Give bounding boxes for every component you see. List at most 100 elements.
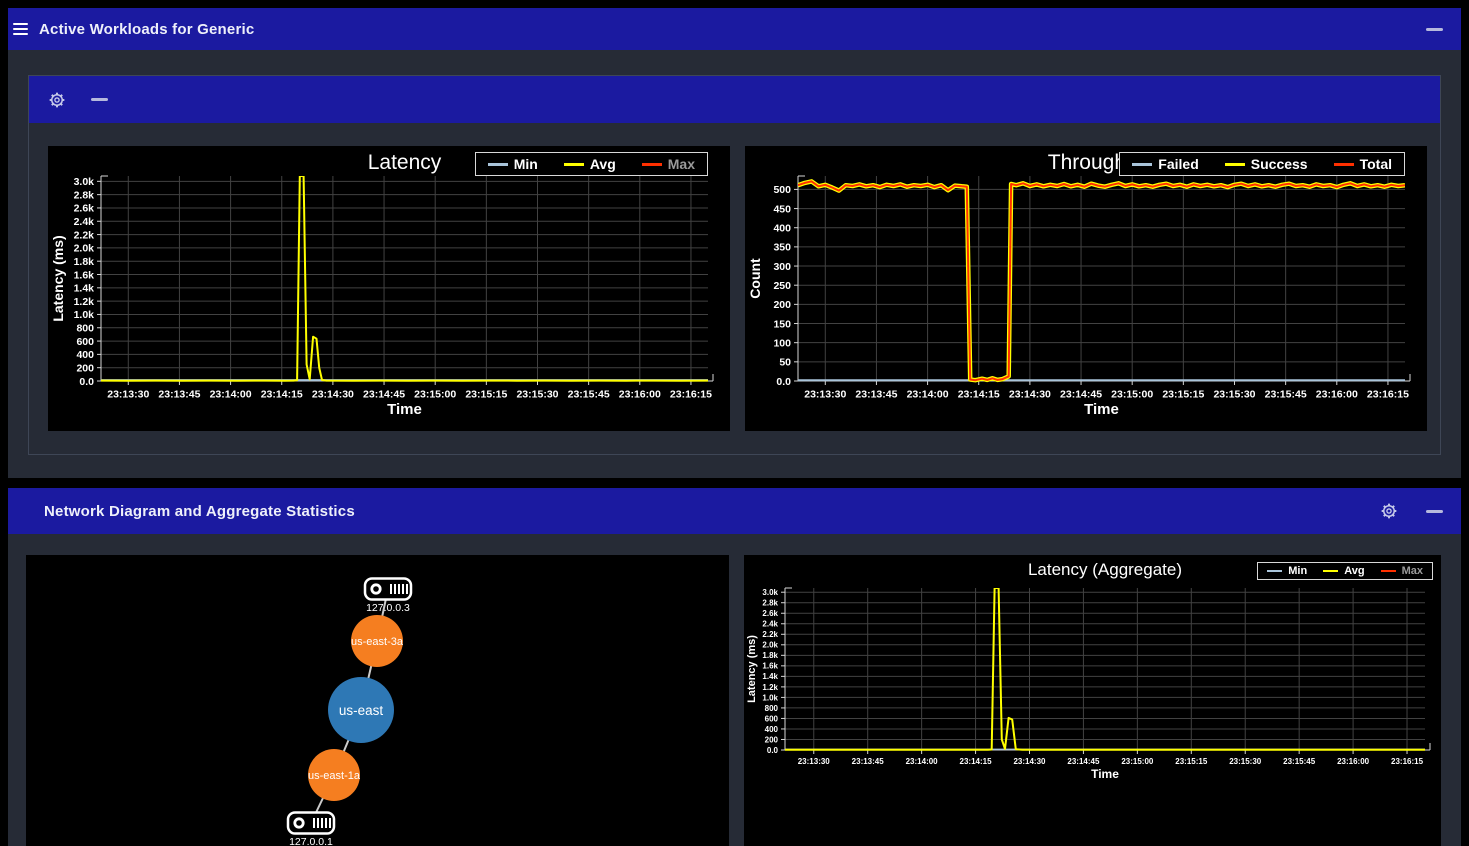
legend-label: Min (514, 156, 538, 172)
latency-canvas[interactable]: 0.02004006008001.0k1.2k1.4k1.6k1.8k2.0k2… (48, 146, 730, 431)
y-tick-label: 3.0k (74, 176, 95, 188)
throughput-legend: Failed Success Total (1119, 152, 1405, 176)
x-tick-label: 23:16:00 (1337, 757, 1370, 766)
x-tick-label: 23:15:00 (414, 389, 456, 401)
y-tick-label: 1.6k (74, 269, 95, 281)
x-tick-label: 23:13:30 (107, 389, 149, 401)
legend-item-success[interactable]: Success (1225, 156, 1308, 172)
x-tick-label: 23:14:15 (960, 757, 993, 766)
network-node-us-east[interactable]: us-east (328, 677, 394, 743)
x-tick-label: 23:14:30 (1013, 757, 1046, 766)
legend-label: Max (1402, 565, 1423, 577)
legend-item-max[interactable]: Max (1381, 565, 1423, 577)
network-node-us-east-3a[interactable]: us-east-3a (351, 615, 404, 667)
x-tick-label: 23:16:15 (1367, 389, 1409, 401)
x-tick-label: 23:14:15 (261, 389, 303, 401)
legend-label: Avg (590, 156, 616, 172)
series-total (798, 181, 1405, 380)
charts-panel: 0.02004006008001.0k1.2k1.4k1.6k1.8k2.0k2… (28, 75, 1441, 455)
y-tick-label: 1.2k (762, 683, 778, 692)
legend-dash-icon (488, 163, 508, 166)
collapse-workloads-button[interactable] (1426, 28, 1443, 31)
x-tick-label: 23:14:00 (210, 389, 252, 401)
y-tick-label: 1.4k (762, 672, 778, 681)
network-node-us-east-1a[interactable]: us-east-1a (308, 749, 361, 801)
y-tick-label: 1.0k (762, 693, 778, 702)
host-node-127.0.0.3[interactable]: 127.0.0.3 (365, 579, 411, 615)
x-tick-label: 23:15:30 (516, 389, 558, 401)
legend-item-min[interactable]: Min (1267, 565, 1307, 577)
settings-gear-icon[interactable] (1380, 502, 1398, 520)
x-tick-label: 23:14:00 (907, 389, 949, 401)
legend-item-failed[interactable]: Failed (1132, 156, 1198, 172)
latency_aggregate-canvas[interactable]: 0.02004006008001.0k1.2k1.4k1.6k1.8k2.0k2… (744, 555, 1441, 846)
host-node-127.0.0.1[interactable]: 127.0.0.1 (288, 813, 334, 846)
legend-item-max[interactable]: Max (642, 156, 695, 172)
legend-dash-icon (642, 163, 662, 166)
y-tick-label: 800 (76, 323, 94, 335)
legend-item-total[interactable]: Total (1334, 156, 1392, 172)
network-canvas[interactable]: 127.0.0.3us-east-3a us-east us-east-1a 127.… (26, 555, 729, 846)
x-tick-label: 23:13:45 (158, 389, 200, 401)
y-tick-label: 2.2k (762, 630, 778, 639)
x-tick-label: 23:13:30 (798, 757, 831, 766)
legend-label: Failed (1158, 156, 1198, 172)
x-axis-label: Time (1084, 401, 1119, 418)
latency-chart[interactable]: 0.02004006008001.0k1.2k1.4k1.6k1.8k2.0k2… (48, 146, 730, 431)
x-tick-label: 23:14:15 (958, 389, 1000, 401)
legend-item-avg[interactable]: Avg (1323, 565, 1364, 577)
y-tick-label: 350 (773, 242, 791, 254)
chart-title: Latency (Aggregate) (1028, 560, 1182, 579)
node-label: us-east (339, 703, 384, 718)
x-tick-label: 23:14:30 (1009, 389, 1051, 401)
y-axis-label: Latency (ms) (50, 235, 66, 321)
network-body: 127.0.0.3us-east-3a us-east us-east-1a 127.… (8, 534, 1461, 846)
series-avg (785, 588, 1425, 750)
y-axis-label: Count (747, 258, 763, 299)
legend-item-min[interactable]: Min (488, 156, 538, 172)
collapse-network-button[interactable] (1426, 510, 1443, 513)
y-tick-label: 400 (765, 725, 779, 734)
y-tick-label: 2.0k (74, 243, 95, 255)
legend-dash-icon (1225, 163, 1245, 166)
y-tick-label: 2.4k (762, 620, 778, 629)
y-tick-label: 2.6k (74, 203, 95, 215)
x-axis-label: Time (1091, 767, 1119, 781)
x-tick-label: 23:15:00 (1111, 389, 1153, 401)
menu-icon[interactable] (11, 21, 30, 37)
y-tick-label: 400 (773, 223, 791, 235)
latency-aggregate-chart[interactable]: 0.02004006008001.0k1.2k1.4k1.6k1.8k2.0k2… (744, 555, 1441, 846)
host-label: 127.0.0.3 (366, 602, 410, 614)
y-tick-label: 600 (765, 714, 779, 723)
network-diagram[interactable]: 127.0.0.3us-east-3a us-east us-east-1a 127.… (26, 555, 729, 846)
legend-dash-icon (1323, 570, 1338, 573)
collapse-charts-panel-button[interactable] (91, 98, 108, 101)
x-tick-label: 23:15:45 (1265, 389, 1307, 401)
y-tick-label: 400 (76, 349, 94, 361)
y-tick-label: 1.8k (762, 651, 778, 660)
y-tick-label: 2.0k (762, 641, 778, 650)
y-tick-label: 1.4k (74, 283, 95, 295)
network-title: Network Diagram and Aggregate Statistics (44, 503, 355, 520)
y-tick-label: 2.4k (74, 216, 95, 228)
y-tick-label: 200 (76, 362, 94, 374)
settings-gear-icon[interactable] (48, 91, 66, 109)
y-tick-label: 2.8k (762, 599, 778, 608)
legend-label: Max (668, 156, 695, 172)
legend-dash-icon (1132, 163, 1152, 166)
legend-dash-icon (1267, 570, 1282, 573)
y-tick-label: 50 (779, 357, 791, 369)
y-axis-label: Latency (ms) (746, 635, 758, 703)
y-tick-label: 2.8k (74, 189, 95, 201)
node-label: us-east-1a (308, 770, 361, 782)
y-tick-label: 0.0 (776, 376, 791, 388)
throughput-canvas[interactable]: 0.05010015020025030035040045050023:13:30… (745, 146, 1427, 431)
y-tick-label: 0.0 (79, 376, 94, 388)
legend-item-avg[interactable]: Avg (564, 156, 616, 172)
x-tick-label: 23:13:30 (804, 389, 846, 401)
charts-panel-header (29, 76, 1440, 123)
y-tick-label: 200 (773, 299, 791, 311)
y-tick-label: 600 (76, 336, 94, 348)
throughput-chart[interactable]: 0.05010015020025030035040045050023:13:30… (745, 146, 1427, 431)
chart-title: Latency (368, 151, 442, 174)
